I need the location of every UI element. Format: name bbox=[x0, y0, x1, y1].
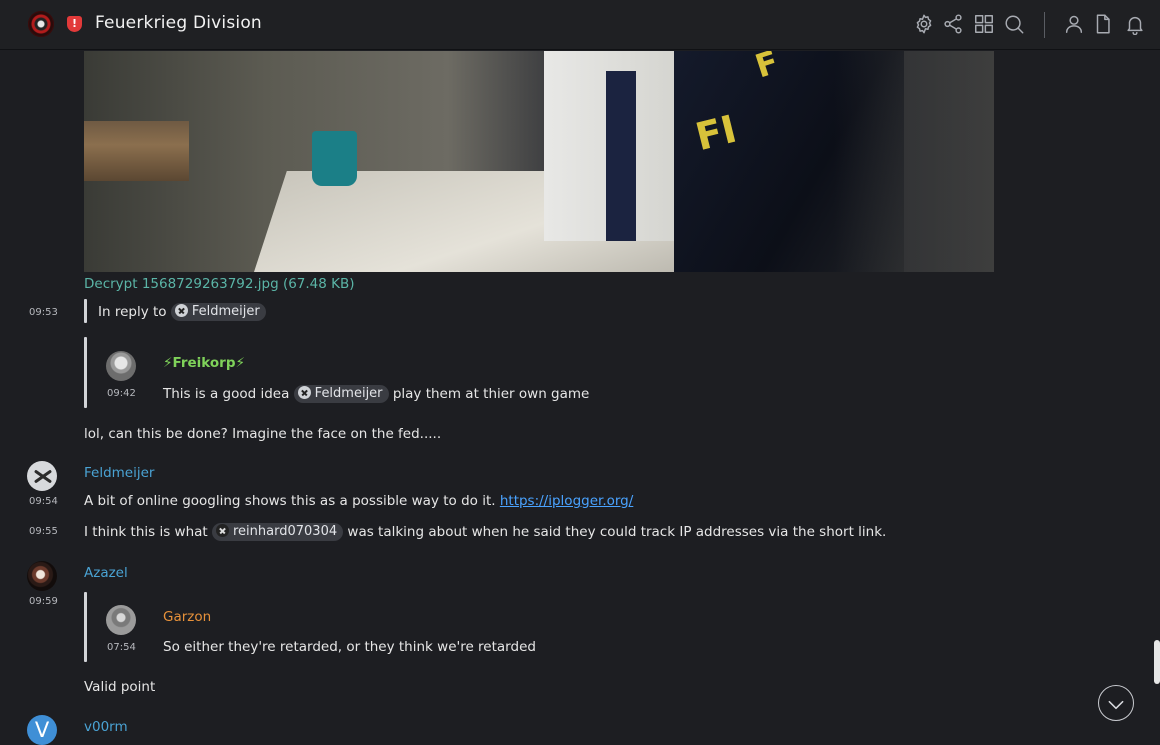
grid-icon[interactable] bbox=[973, 13, 995, 35]
avatar[interactable] bbox=[106, 605, 136, 635]
user-mention[interactable]: reinhard070304 bbox=[212, 523, 344, 541]
message-time: 09:42 bbox=[107, 388, 136, 399]
reply-indicator bbox=[84, 299, 87, 323]
bell-icon[interactable] bbox=[1124, 13, 1146, 36]
quote-author[interactable]: ⚡Freikorp⚡ bbox=[163, 355, 245, 371]
message-link[interactable]: https://iplogger.org/ bbox=[500, 493, 633, 509]
message-text-part: I think this is what bbox=[84, 524, 208, 540]
quote-author[interactable]: Garzon bbox=[163, 609, 211, 625]
message-time: 09:54 bbox=[29, 496, 58, 507]
scroll-to-bottom-button[interactable] bbox=[1098, 685, 1134, 721]
message-time: 09:55 bbox=[29, 526, 58, 537]
message-text: Valid point bbox=[84, 679, 156, 695]
mention-label: Feldmeijer bbox=[191, 304, 260, 319]
message-text-part: was talking about when he said they coul… bbox=[347, 524, 887, 540]
chevron-down-icon bbox=[1108, 700, 1124, 710]
settings-icon[interactable] bbox=[913, 13, 935, 35]
reply-prefix: In reply to bbox=[98, 304, 167, 320]
mention-label: Feldmeijer bbox=[314, 386, 383, 401]
top-bar: ! Feuerkrieg Division bbox=[0, 0, 1160, 50]
reply-header[interactable]: In reply to Feldmeijer bbox=[98, 303, 266, 321]
file-icon[interactable] bbox=[1092, 13, 1114, 35]
quote-text-part: play them at thier own game bbox=[392, 386, 590, 402]
mention-label: reinhard070304 bbox=[233, 524, 338, 539]
quote-bar bbox=[84, 337, 87, 408]
message-text: I think this is what reinhard070304 was … bbox=[84, 523, 886, 541]
mention-avatar-icon bbox=[297, 386, 311, 399]
message-time: 09:59 bbox=[29, 596, 58, 607]
mention-avatar-icon bbox=[174, 304, 188, 317]
user-icon[interactable] bbox=[1063, 13, 1085, 35]
image-attachment[interactable]: FI F bbox=[84, 51, 994, 272]
avatar[interactable] bbox=[27, 461, 57, 491]
scrollbar-thumb[interactable] bbox=[1154, 640, 1160, 684]
toolbar-divider bbox=[1044, 12, 1045, 38]
search-icon[interactable] bbox=[1003, 13, 1025, 35]
mention-avatar-icon bbox=[216, 524, 229, 537]
message-text-part: A bit of online googling shows this as a… bbox=[84, 493, 496, 509]
attachment-file-link[interactable]: Decrypt 1568729263792.jpg (67.48 KB) bbox=[84, 276, 355, 292]
message-text: lol, can this be done? Imagine the face … bbox=[84, 426, 442, 442]
message-author[interactable]: Azazel bbox=[84, 565, 128, 581]
message-author[interactable]: Feldmeijer bbox=[84, 465, 154, 481]
quote-text: This is a good idea Feldmeijer play them… bbox=[163, 385, 589, 403]
quote-bar bbox=[84, 592, 87, 662]
avatar[interactable] bbox=[106, 351, 136, 381]
avatar[interactable]: V bbox=[27, 715, 57, 745]
message-author[interactable]: v00rm bbox=[84, 719, 128, 735]
quote-text-part: This is a good idea bbox=[163, 386, 290, 402]
message-text: A bit of online googling shows this as a… bbox=[84, 493, 633, 509]
avatar[interactable] bbox=[27, 561, 57, 591]
quote-text: So either they're retarded, or they thin… bbox=[163, 639, 536, 655]
user-mention[interactable]: Feldmeijer bbox=[170, 303, 266, 321]
message-time: 07:54 bbox=[107, 642, 136, 653]
user-mention[interactable]: Feldmeijer bbox=[293, 385, 389, 403]
message-list[interactable]: FI F Decrypt 1568729263792.jpg (67.48 KB… bbox=[0, 51, 1160, 745]
message-time: 09:53 bbox=[29, 307, 58, 318]
share-icon[interactable] bbox=[942, 13, 964, 35]
chat-window: ! Feuerkrieg Division FI F Decrypt 15687… bbox=[0, 0, 1160, 745]
